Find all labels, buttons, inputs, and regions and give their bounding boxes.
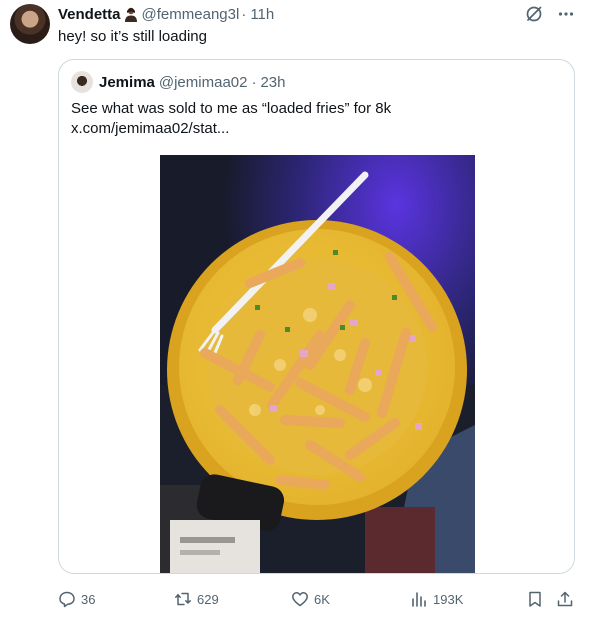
author-avatar[interactable]	[10, 4, 50, 44]
reply-button[interactable]: 36	[58, 588, 95, 610]
tweet-text: hey! so it’s still loading	[58, 28, 207, 45]
quote-time[interactable]: 23h	[260, 74, 285, 91]
quote-text-line: See what was sold to me as “loaded fries…	[71, 100, 392, 117]
tweet-top-actions	[524, 4, 576, 24]
header-separator: ·	[241, 5, 247, 23]
views-count: 193K	[433, 591, 464, 607]
person-emoji-icon	[123, 6, 139, 22]
views-icon	[412, 592, 426, 607]
tweet-actions: 36 629 6K 193K	[58, 588, 578, 610]
quote-header: Jemima @jemimaa02 · 23h	[71, 71, 286, 93]
like-button[interactable]: 6K	[291, 588, 330, 610]
repost-count: 629	[197, 591, 219, 607]
tweet-time[interactable]: 11h	[250, 6, 274, 23]
author-name[interactable]: Vendetta	[58, 6, 121, 23]
quote-text: See what was sold to me as “loaded fries…	[71, 99, 551, 139]
heart-icon	[292, 592, 308, 607]
reply-count: 36	[81, 591, 96, 607]
repost-button[interactable]: 629	[174, 588, 219, 610]
grok-icon[interactable]	[524, 4, 544, 24]
quote-author-handle[interactable]: @jemimaa02	[159, 74, 248, 91]
more-icon[interactable]	[556, 4, 576, 24]
repost-icon	[175, 592, 191, 606]
quote-author-name[interactable]: Jemima	[99, 74, 155, 91]
bookmark-button[interactable]	[526, 588, 549, 610]
quoted-tweet[interactable]: Jemima @jemimaa02 · 23h See what was sol…	[58, 59, 575, 574]
bookmark-icon	[529, 591, 541, 607]
like-count: 6K	[314, 591, 330, 607]
views-button[interactable]: 193K	[410, 588, 463, 610]
tweet[interactable]: Vendetta @femmeang3l · 11h hey! so it’s …	[0, 0, 596, 619]
quote-link[interactable]: x.com/jemimaa02/stat...	[71, 119, 551, 139]
tweet-header: Vendetta @femmeang3l · 11h	[58, 5, 274, 23]
quote-author-avatar[interactable]	[71, 71, 93, 93]
share-button[interactable]	[556, 588, 579, 610]
quote-separator: ·	[251, 73, 257, 91]
reply-icon	[59, 591, 75, 608]
author-handle[interactable]: @femmeang3l	[142, 6, 240, 23]
fries-photo[interactable]	[160, 155, 475, 573]
share-icon	[557, 591, 573, 607]
